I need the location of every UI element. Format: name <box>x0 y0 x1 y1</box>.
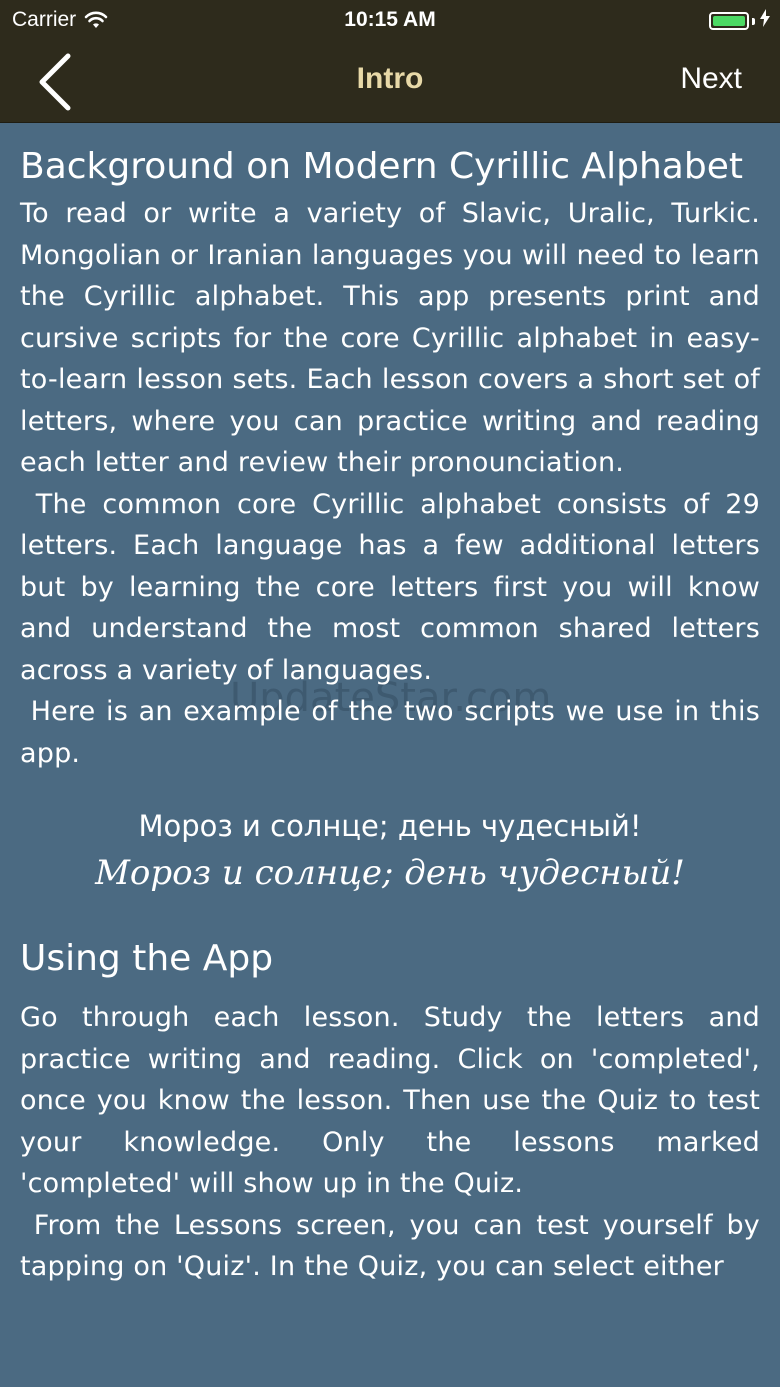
intro-content: Background on Modern Cyrillic Alphabet T… <box>20 140 760 1288</box>
print-script-example: Мороз и солнце; день чудесный! <box>138 809 642 843</box>
body-paragraph: To read or write a variety of Slavic, Ur… <box>20 198 760 478</box>
battery-fill <box>713 16 745 26</box>
status-bar: Carrier 10:15 AM <box>0 0 780 40</box>
body-paragraph: Go through each lesson. Study the letter… <box>20 1002 760 1199</box>
body-paragraph: From the Lessons screen, you can test yo… <box>20 1209 769 1283</box>
section2-body: Go through each lesson. Study the letter… <box>20 997 760 1288</box>
script-example: Мороз и солнце; день чудесный! Мороз и с… <box>20 804 760 898</box>
section-title-background: Background on Modern Cyrillic Alphabet <box>20 146 743 187</box>
chevron-left-icon <box>39 53 71 111</box>
body-paragraph: Here is an example of the two scripts we… <box>20 696 769 769</box>
next-button[interactable]: Next <box>680 62 742 96</box>
back-button[interactable] <box>34 50 84 112</box>
cursive-script-example: Мороз и солнце; день чудесный! <box>95 853 685 893</box>
battery-tip <box>752 17 755 25</box>
navigation-bar: Intro Next <box>0 40 780 123</box>
status-time: 10:15 AM <box>344 8 436 31</box>
battery-body <box>709 12 749 30</box>
body-paragraph: The common core Cyrillic alphabet consis… <box>20 488 769 686</box>
nav-title: Intro <box>356 62 424 95</box>
charging-bolt-icon <box>760 9 770 33</box>
battery-icon <box>709 9 770 33</box>
section-title-using-app: Using the App <box>20 938 274 979</box>
